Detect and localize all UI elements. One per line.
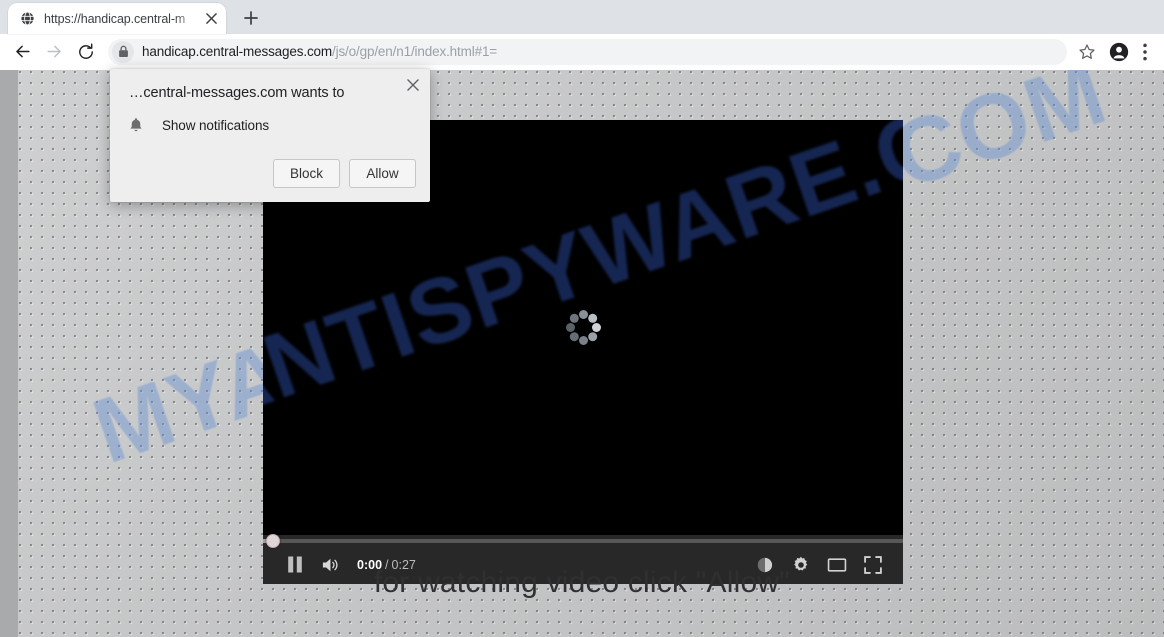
url-path: /js/o/gp/en/n1/index.html#1=: [332, 44, 498, 59]
permission-row: Show notifications: [129, 117, 269, 133]
loading-spinner-icon: [565, 310, 601, 345]
browser-window: https://handicap.central-m handicap.cent…: [0, 0, 1164, 637]
page-left-gutter: [0, 70, 18, 637]
dialog-buttons: Block Allow: [273, 159, 416, 188]
bell-icon: [129, 117, 143, 133]
forward-arrow-icon[interactable]: [38, 36, 70, 68]
url-domain: handicap.central-messages.com: [142, 44, 332, 59]
video-progress-bar[interactable]: [263, 534, 903, 548]
three-dot-menu-icon[interactable]: [1134, 37, 1156, 67]
allow-button[interactable]: Allow: [349, 159, 416, 188]
back-arrow-icon[interactable]: [6, 36, 38, 68]
dialog-title: …central-messages.com wants to: [129, 85, 345, 101]
notification-permission-dialog: …central-messages.com wants to Show noti…: [110, 69, 430, 202]
new-tab-button[interactable]: [236, 3, 266, 33]
browser-tab[interactable]: https://handicap.central-m: [8, 3, 226, 34]
permission-label: Show notifications: [162, 117, 270, 133]
address-bar[interactable]: handicap.central-messages.com/js/o/gp/en…: [108, 38, 1067, 65]
tab-close-icon[interactable]: [202, 10, 220, 28]
reload-icon[interactable]: [70, 36, 102, 68]
tab-title: https://handicap.central-m: [44, 11, 186, 26]
lock-icon[interactable]: [112, 40, 134, 63]
tab-strip: https://handicap.central-m: [0, 0, 1164, 34]
star-icon[interactable]: [1072, 37, 1102, 67]
block-button[interactable]: Block: [273, 159, 340, 188]
url-text: handicap.central-messages.com/js/o/gp/en…: [142, 44, 497, 59]
call-to-action-text: for watching video click "Allow": [373, 566, 791, 599]
browser-toolbar: handicap.central-messages.com/js/o/gp/en…: [0, 34, 1164, 70]
profile-avatar-icon[interactable]: [1104, 37, 1134, 67]
close-icon[interactable]: [402, 74, 424, 96]
globe-icon: [19, 10, 36, 27]
